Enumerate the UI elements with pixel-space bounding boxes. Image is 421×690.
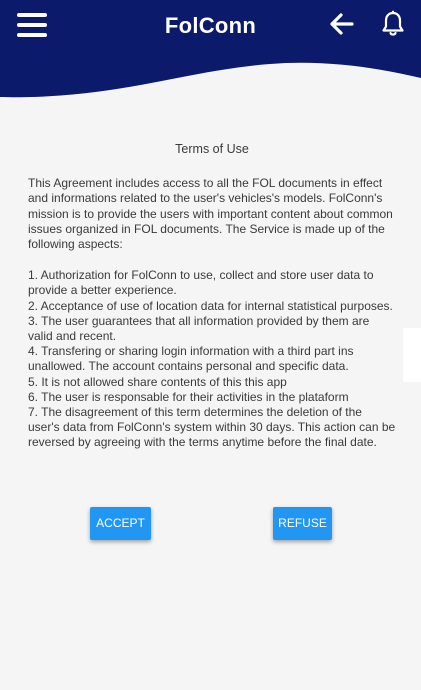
terms-content: Terms of Use This Agreement includes acc… bbox=[28, 142, 396, 451]
terms-item: 1. Authorization for FolConn to use, col… bbox=[28, 268, 374, 298]
bell-icon bbox=[382, 10, 404, 36]
accept-button[interactable]: ACCEPT bbox=[90, 507, 151, 540]
terms-title: Terms of Use bbox=[175, 142, 249, 156]
terms-list: 1. Authorization for FolConn to use, col… bbox=[28, 268, 396, 450]
arrow-left-icon bbox=[330, 13, 354, 35]
notifications-button[interactable] bbox=[380, 10, 406, 38]
terms-intro: This Agreement includes access to all th… bbox=[28, 176, 393, 252]
app-header: FolConn bbox=[0, 0, 421, 110]
terms-item: 3. The user guarantees that all informat… bbox=[28, 313, 370, 344]
terms-item: 7. The disagreement of this term determi… bbox=[28, 405, 396, 450]
app-title: FolConn bbox=[164, 13, 257, 38]
side-overlay-tab bbox=[403, 328, 421, 382]
back-button[interactable] bbox=[329, 12, 355, 36]
terms-item: 2. Acceptance of use of location data fo… bbox=[28, 298, 393, 313]
terms-item: 4. Transfering or sharing login informat… bbox=[28, 344, 354, 374]
terms-item: 6. The user is responsable for their act… bbox=[28, 389, 349, 404]
terms-item: 5. It is not allowed share contents of t… bbox=[28, 374, 287, 389]
refuse-button[interactable]: REFUSE bbox=[273, 507, 332, 540]
